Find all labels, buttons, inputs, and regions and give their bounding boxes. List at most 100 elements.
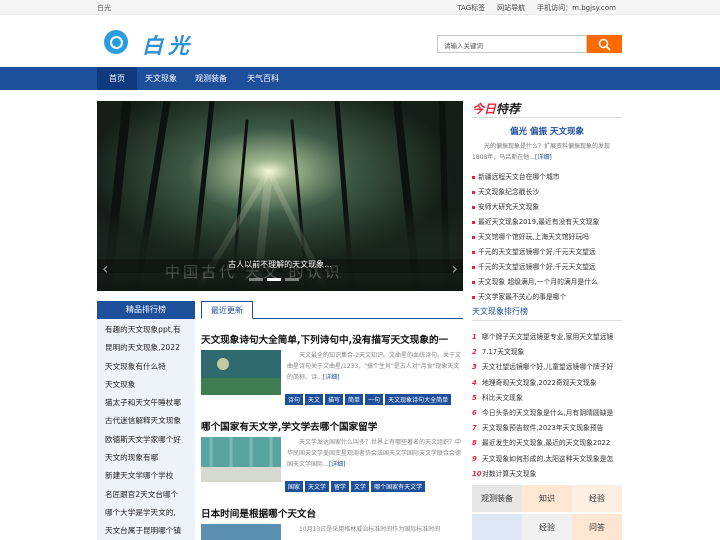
article-tag[interactable]: 天文现象诗句大全简单 xyxy=(385,394,452,405)
list-item[interactable]: 天文现象 超级满月,一个月的满月是什么 xyxy=(472,275,624,290)
today-headline[interactable]: 偏光 偏振 天文现象 xyxy=(472,125,622,137)
nav-equipment[interactable]: 观测装备 xyxy=(189,67,233,90)
today-more-link[interactable]: [详细] xyxy=(535,154,552,161)
search-icon xyxy=(598,38,611,51)
article-title[interactable]: 日本时间是根据哪个天文台 xyxy=(201,506,463,520)
list-item[interactable]: 天文馆哪个馆好玩,上海天文馆好玩吗 xyxy=(472,230,624,245)
rank-num: 8 xyxy=(472,439,477,448)
list-item[interactable]: 昆明的天文现象,2022 xyxy=(105,339,195,357)
nav-astronomy[interactable]: 天文现象 xyxy=(139,67,183,90)
article-tag[interactable]: 天文 xyxy=(305,394,324,405)
rank-item[interactable]: 9 天文现象如何形成的,太阳这种天文现象是怎 xyxy=(472,452,624,467)
list-item[interactable]: 千元的天文望远镜哪个好,千元天文望远 xyxy=(472,260,624,275)
slider-dot-active[interactable] xyxy=(267,278,281,281)
rank-label: 7.17天文现象 xyxy=(482,348,525,357)
rank-num: 4 xyxy=(472,378,477,387)
list-item[interactable]: 哪个大学是学天文的, xyxy=(105,504,195,522)
article-more-link[interactable]: [详细] xyxy=(329,461,346,468)
rank-num: 1 xyxy=(472,333,477,341)
tag-item[interactable]: 经验 xyxy=(522,514,572,540)
banner-slider[interactable]: 中国古代 天文 的认识 古人以前不理解的天文现象... ‹ › xyxy=(97,101,463,291)
mobile-link[interactable]: 手机访问：m.bgjsy.com xyxy=(537,3,616,13)
list-item[interactable]: 最近天文现象2019,最近有没有天文现象 xyxy=(472,215,624,230)
rank-num: 9 xyxy=(472,454,477,463)
article-title[interactable]: 哪个国家有天文学,学文学去哪个国家留学 xyxy=(201,419,463,433)
slider-dot[interactable] xyxy=(249,278,263,281)
rank-label: 天文现象预告软件,2023年天文现象预告 xyxy=(482,424,604,433)
tab-latest[interactable]: 最近更新 xyxy=(201,301,253,319)
list-item[interactable]: 猫太子和天文午睡杖哪 xyxy=(105,394,195,412)
list-item[interactable]: 欧德斯天文学家哪个好 xyxy=(105,431,195,449)
article-more-link[interactable]: [详细] xyxy=(323,374,340,381)
rank-item[interactable]: 7 天文现象预告软件,2023年天文现象预告 xyxy=(472,421,624,436)
rank-item[interactable]: 10对数计算天文现象 xyxy=(472,467,624,482)
article-item: 天文现象诗句大全简单,下列诗句中,没有描写天文现象的一 天文最全的知识集合-2天… xyxy=(201,332,463,412)
main-nav: 首页 天文现象 观测装备 天气百科 xyxy=(0,67,720,90)
tag-item[interactable]: 问答 xyxy=(572,514,622,540)
today-desc: 光的偏振现象是什么？扩展资料偏振现象的发现1808年，马吕斯在他...[详细] xyxy=(472,141,622,163)
search-button[interactable] xyxy=(587,35,622,53)
page: 白光 TAG标签 网站导航 手机访问：m.bgjsy.com 白光 请输入关键词… xyxy=(0,0,720,540)
article-tag[interactable]: 描写 xyxy=(325,394,344,405)
rank-num: 5 xyxy=(472,393,477,402)
rank-item[interactable]: 3 天文社望远镜哪个好,儿童望远镜哪个牌子好 xyxy=(472,360,624,375)
article-tag[interactable]: 哪个国家有天文学 xyxy=(371,481,426,492)
next-arrow-icon[interactable]: › xyxy=(452,259,458,278)
article-item: 日本时间是根据哪个天文台 10月13日是采用格林威治标准时间作为国际标准时间 xyxy=(201,506,463,540)
article-tag[interactable]: 天文学 xyxy=(305,481,330,492)
article-tag[interactable]: 简单 xyxy=(345,394,364,405)
article-tag[interactable]: 诗句 xyxy=(285,394,304,405)
article-thumbnail[interactable] xyxy=(201,350,281,395)
list-item[interactable]: 天文现象有什么特 xyxy=(105,358,195,376)
rank-item[interactable]: 2 7.17天文现象 xyxy=(472,345,624,360)
thumbnail-image xyxy=(201,524,281,540)
tag-item[interactable] xyxy=(472,514,522,540)
logo-text[interactable]: 白光 xyxy=(142,30,194,60)
article-desc: 天文最全的知识集合-2天文知识。文曲星的血统诗句。关于文曲星诗句关于文曲星/12… xyxy=(287,350,463,383)
article-tag[interactable]: 文学 xyxy=(351,481,370,492)
list-item[interactable]: 天文现象 xyxy=(105,376,195,394)
list-item[interactable]: 有趣的天文现象ppt,有 xyxy=(105,321,195,339)
list-item[interactable]: 天文现象纪念戳长沙 xyxy=(472,185,624,200)
article-thumbnail[interactable] xyxy=(201,524,281,540)
article-desc-text: 天文最全的知识集合-2天文知识。文曲星的血统诗句。关于文曲星诗句关于文曲星/12… xyxy=(287,352,461,381)
today-title-a: 今日 xyxy=(472,102,497,116)
article-title[interactable]: 天文现象诗句大全简单,下列诗句中,没有描写天文现象的一 xyxy=(201,332,463,346)
list-item[interactable]: 天文台属于昆明哪个镇 xyxy=(105,522,195,540)
list-item[interactable]: 古代迷信解释天文现象 xyxy=(105,412,195,430)
list-item[interactable]: 名匠跟官2天文台哪个 xyxy=(105,486,195,504)
rank-item[interactable]: 5 科比天文现象 xyxy=(472,391,624,406)
article-tag[interactable]: 一句 xyxy=(365,394,384,405)
prev-arrow-icon[interactable]: ‹ xyxy=(102,259,108,278)
article-tags: 诗句 天文 描写 简单 一句 天文现象诗句大全简单 xyxy=(285,394,452,405)
banner-caption[interactable]: 古人以前不理解的天文现象... xyxy=(97,259,463,273)
list-item[interactable]: 天文的现象有哪 xyxy=(105,449,195,467)
rank-num: 2 xyxy=(472,348,477,357)
slider-dots xyxy=(249,278,299,281)
article-tag[interactable]: 留学 xyxy=(331,481,350,492)
tag-item[interactable]: 经验 xyxy=(572,485,622,512)
slider-dot[interactable] xyxy=(285,278,299,281)
list-item[interactable]: 新疆远程天文台在哪个城市 xyxy=(472,170,624,185)
tag-link[interactable]: TAG标签 xyxy=(457,3,485,13)
rank-item[interactable]: 4 地理奇观天文现象,2022奇观天文现象 xyxy=(472,376,624,391)
rank-num: 3 xyxy=(472,363,477,372)
list-item[interactable]: 千元的天文望远镜哪个好,千元天文望远 xyxy=(472,245,624,260)
tag-item[interactable]: 知识 xyxy=(522,485,572,512)
article-thumbnail[interactable] xyxy=(201,437,281,482)
site-name[interactable]: 白光 xyxy=(97,3,111,13)
article-tag[interactable]: 国家 xyxy=(285,481,304,492)
logo-icon[interactable] xyxy=(104,30,128,54)
rank-item[interactable]: 1 哪个牌子天文望远镜更专业,家用天文望远镜 xyxy=(472,330,624,345)
list-item[interactable]: 新建天文学哪个学校 xyxy=(105,467,195,485)
nav-home[interactable]: 首页 xyxy=(97,67,137,90)
rank-num: 7 xyxy=(472,424,477,433)
search-input[interactable]: 请输入关键词 xyxy=(437,35,587,53)
list-item[interactable]: 安师大研究天文现象 xyxy=(472,200,624,215)
rank-label: 地理奇观天文现象,2022奇观天文现象 xyxy=(482,378,597,387)
nav-weather[interactable]: 天气百科 xyxy=(241,67,285,90)
rank-item[interactable]: 6 今日头条的天文现象是什么,月有阴晴圆缺是 xyxy=(472,406,624,421)
rank-item[interactable]: 8 最近发生的天文现象,最近的天文现象2022 xyxy=(472,436,624,451)
sitemap-link[interactable]: 网站导航 xyxy=(497,3,525,13)
tag-item[interactable]: 观测装备 xyxy=(472,485,522,512)
